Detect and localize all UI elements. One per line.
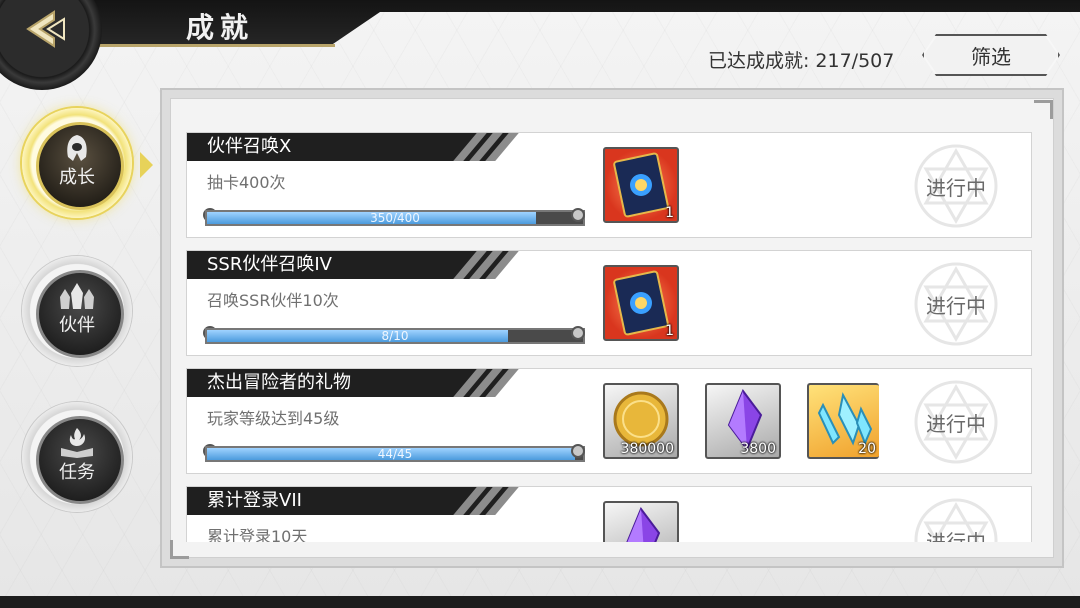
hooded-figure-icon: [67, 135, 87, 161]
achievement-row: 伙伴召唤X 抽卡400次 350/400 1 进行中: [186, 132, 1032, 238]
flame-book-icon: [61, 428, 93, 458]
progress-text: 44/45: [377, 447, 413, 461]
filter-button[interactable]: 筛选: [924, 36, 1058, 74]
progress-bar: 44/45: [205, 446, 585, 462]
status-label: 进行中: [926, 529, 986, 543]
reward-item[interactable]: 1: [603, 265, 679, 341]
tab-growth[interactable]: 成长: [22, 108, 132, 218]
back-button[interactable]: [14, 6, 78, 52]
title-stripes: [453, 487, 527, 515]
reward-item[interactable]: [603, 501, 679, 542]
progress-bar: 350/400: [205, 210, 585, 226]
progress-text: 8/10: [381, 329, 409, 343]
achievement-count-value: 217/507: [815, 50, 895, 72]
achievement-count: 已达成成就: 217/507: [708, 46, 894, 73]
achievement-list[interactable]: 伙伴召唤X 抽卡400次 350/400 1 进行中 SSR伙伴召唤IV 召唤S…: [186, 132, 1034, 542]
bottom-bar: [0, 596, 1080, 608]
achievement-row: 杰出冒险者的礼物 玩家等级达到45级 44/45 380000 3800 20 …: [186, 368, 1032, 474]
title-stripes: [453, 133, 527, 161]
status-badge: 进行中: [911, 259, 1001, 349]
title-stripes: [453, 251, 527, 279]
reward-quantity: 1: [665, 323, 674, 339]
progress-cap-right: [571, 208, 585, 222]
reward-item[interactable]: 1: [603, 147, 679, 223]
achievement-row: 累计登录VII 累计登录10天 进行中: [186, 486, 1032, 542]
progress-cap-right: [571, 444, 585, 458]
tab-growth-label: 成长: [59, 167, 95, 188]
title-stripes: [453, 369, 527, 397]
achievement-description: 玩家等级达到45级: [207, 409, 340, 428]
achievement-row: SSR伙伴召唤IV 召唤SSR伙伴10次 8/10 1 进行中: [186, 250, 1032, 356]
reward-item[interactable]: 380000: [603, 383, 679, 459]
reward-item[interactable]: 20: [807, 383, 879, 459]
panel-corner-bl: [170, 540, 189, 559]
progress-cap-right: [571, 326, 585, 340]
achievement-description: 召唤SSR伙伴10次: [207, 291, 339, 310]
reward-quantity: 1: [665, 205, 674, 221]
reward-quantity: 3800: [740, 441, 776, 457]
achievement-description: 累计登录10天: [207, 527, 308, 542]
progress-bar: 8/10: [205, 328, 585, 344]
panel-corner-tr: [1034, 100, 1053, 119]
status-badge: 进行中: [911, 141, 1001, 231]
status-label: 进行中: [926, 411, 986, 436]
active-tab-indicator: [140, 152, 153, 178]
tab-quests[interactable]: 任务: [22, 402, 132, 512]
reward-quantity: 380000: [620, 441, 674, 457]
achievement-count-label: 已达成成就:: [708, 50, 810, 72]
progress-text: 350/400: [370, 211, 420, 225]
party-group-icon: [60, 283, 94, 309]
status-badge: 进行中: [911, 495, 1001, 542]
achievement-description: 抽卡400次: [207, 173, 286, 192]
purple-crystal-icon: [626, 506, 661, 542]
reward-item[interactable]: 3800: [705, 383, 781, 459]
reward-quantity: 20: [858, 441, 876, 457]
status-label: 进行中: [926, 175, 986, 200]
status-badge: 进行中: [911, 377, 1001, 467]
tab-partners-label: 伙伴: [59, 315, 95, 336]
tab-quests-label: 任务: [59, 462, 95, 483]
tab-partners[interactable]: 伙伴: [22, 256, 132, 366]
back-arrow-icon: [26, 10, 65, 48]
status-label: 进行中: [926, 293, 986, 318]
page-title: 成就: [186, 11, 255, 44]
